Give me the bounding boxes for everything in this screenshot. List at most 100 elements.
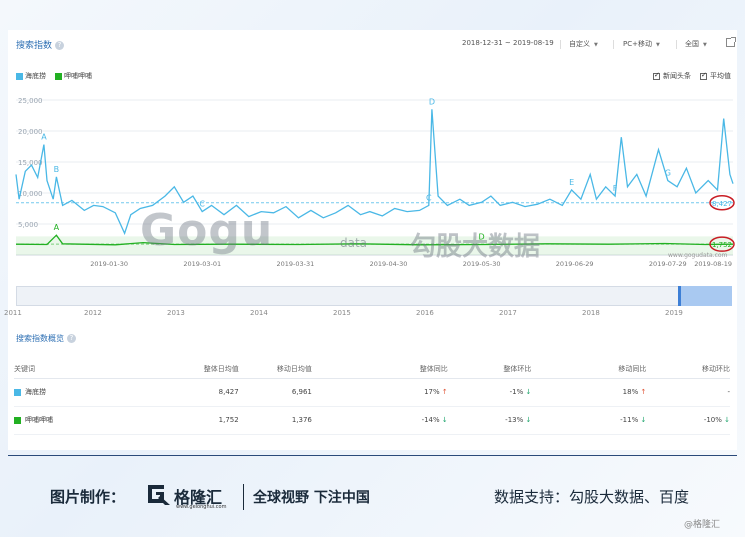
watermark-text: 勾股大数据 (410, 232, 541, 262)
annotation-label: C (426, 193, 432, 202)
external-link-icon[interactable] (726, 37, 736, 47)
navigator-year: 2019 (665, 309, 683, 317)
help-icon[interactable]: ? (55, 41, 65, 50)
arrow-down-icon: ↓ (523, 416, 532, 424)
col-header: 移动环比 (646, 360, 730, 379)
x-tick-label: 2019-07-29 (649, 260, 687, 268)
col-header: 整体环比 (447, 360, 532, 379)
range-selector-handle[interactable] (678, 286, 732, 306)
table-cell: - (646, 378, 730, 407)
arrow-down-icon: ↓ (638, 416, 647, 424)
table-row: 呷哺呷哺 1,752 1,376 -14% ↓ -13% ↓ -11% ↓ -10% ↓ (14, 406, 730, 435)
divider (560, 40, 561, 49)
x-tick-label: 2019-06-29 (556, 260, 594, 268)
news-checkbox[interactable]: 新闻头条 (653, 71, 691, 81)
annotation-label: G (665, 169, 671, 178)
x-tick-label: 2019-03-31 (276, 260, 314, 268)
navigator-year: 2018 (582, 309, 600, 317)
average-checkbox[interactable]: 平均值 (700, 71, 731, 81)
arrow-up-icon: ↑ (638, 388, 647, 396)
legend-series2[interactable]: 呷哺呷哺 (55, 71, 92, 81)
divider (613, 40, 614, 49)
y-tick-label: 10,000 (18, 190, 43, 198)
footer-divider (8, 455, 737, 456)
table-cell: 海底捞 (14, 378, 171, 407)
caret-down-icon: ▼ (655, 42, 660, 48)
region-dropdown[interactable]: 全国 ▼ (685, 39, 707, 49)
annotation-label: A (41, 133, 47, 142)
arrow-down-icon: ↓ (721, 416, 730, 424)
page-title: 搜索指数? (16, 38, 65, 51)
col-header: 关键词 (14, 360, 171, 379)
watermark-logo: Gogu (140, 205, 274, 256)
table-cell: 6,961 (238, 378, 312, 407)
table-cell: -1% ↓ (447, 378, 532, 407)
table-cell: -11% ↓ (531, 406, 647, 435)
annotation-label: F (613, 184, 618, 193)
table-header-row: 关键词 整体日均值 移动日均值 整体同比 整体环比 移动同比 移动环比 (14, 360, 730, 379)
overview-title: 搜索指数概览? (16, 333, 76, 344)
navigator-year: 2016 (416, 309, 434, 317)
navigator-year: 2013 (167, 309, 185, 317)
footer-made-by: 图片制作： (50, 488, 126, 506)
series2-band (16, 236, 733, 255)
date-range[interactable]: 2018-12-31 ~ 2019-08-19 (462, 39, 554, 47)
range-navigator[interactable] (16, 286, 732, 306)
caret-down-icon: ▼ (703, 42, 707, 48)
table-cell: -13% ↓ (447, 406, 532, 435)
help-icon[interactable]: ? (67, 334, 76, 343)
x-tick-label: 2019-04-30 (370, 260, 408, 268)
arrow-down-icon: ↓ (523, 388, 532, 396)
annotation-label: A (54, 223, 60, 232)
table-cell: 18% ↑ (531, 378, 647, 407)
legend-swatch (55, 72, 62, 80)
keyword-label: 呷哺呷哺 (25, 416, 53, 424)
annotation-label: D (429, 97, 435, 106)
y-tick-label: 20,000 (18, 128, 43, 136)
navigator-year: 2017 (499, 309, 517, 317)
data-source: 数据支持：勾股大数据、百度 (494, 488, 690, 506)
col-header: 整体日均值 (170, 360, 239, 379)
avg-value-label: 1,752 (712, 241, 732, 249)
legend-swatch (14, 388, 21, 396)
x-tick-label: 2019-01-30 (90, 260, 128, 268)
gelonghui-logo-icon (148, 485, 170, 505)
table-cell: -10% ↓ (646, 406, 730, 435)
table-cell: 呷哺呷哺 (14, 406, 171, 435)
overview-table: 关键词 整体日均值 移动日均值 整体同比 整体环比 移动同比 移动环比 海底捞 8… (14, 360, 730, 435)
navigator-year: 2012 (84, 309, 102, 317)
footer-separator (243, 484, 244, 510)
legend-swatch (16, 72, 23, 80)
legend-swatch (14, 416, 21, 424)
col-header: 移动同比 (531, 360, 647, 379)
col-header: 移动日均值 (238, 360, 312, 379)
brand-url: www.gelonghui.com (176, 504, 227, 510)
custom-dropdown[interactable]: 自定义 ▼ (569, 39, 598, 49)
navigator-year: 2015 (333, 309, 351, 317)
watermark-sub: data (340, 236, 368, 250)
table-cell: 17% ↑ (311, 378, 448, 407)
device-dropdown[interactable]: PC+移动 ▼ (623, 39, 660, 49)
arrow-up-icon: ↑ (439, 388, 448, 396)
legend-series1[interactable]: 海底捞 (16, 71, 46, 81)
x-tick-label: 2019-08-19 (694, 260, 732, 268)
checkbox-icon (700, 71, 707, 80)
y-tick-label: 25,000 (18, 97, 43, 105)
checkbox-icon (653, 71, 660, 80)
series-line-1 (15, 109, 734, 236)
caret-down-icon: ▼ (594, 42, 598, 48)
annotation-label: E (569, 178, 574, 187)
annotation-label: B (54, 165, 60, 174)
navigator-year: 2014 (250, 309, 268, 317)
table-cell: -14% ↓ (311, 406, 448, 435)
table-cell: 1,376 (238, 406, 312, 435)
table-cell: 8,427 (170, 378, 239, 407)
arrow-down-icon: ↓ (439, 416, 448, 424)
keyword-label: 海底捞 (25, 388, 46, 396)
line-chart: 5,00010,00015,00020,00025,0002019-01-30 2… (15, 97, 735, 268)
credit: @格隆汇 (684, 520, 721, 530)
x-tick-label: 2019-03-01 (183, 260, 221, 268)
avg-value-label: 8,427 (712, 200, 732, 208)
table-cell: 1,752 (170, 406, 239, 435)
y-tick-label: 5,000 (18, 221, 38, 229)
